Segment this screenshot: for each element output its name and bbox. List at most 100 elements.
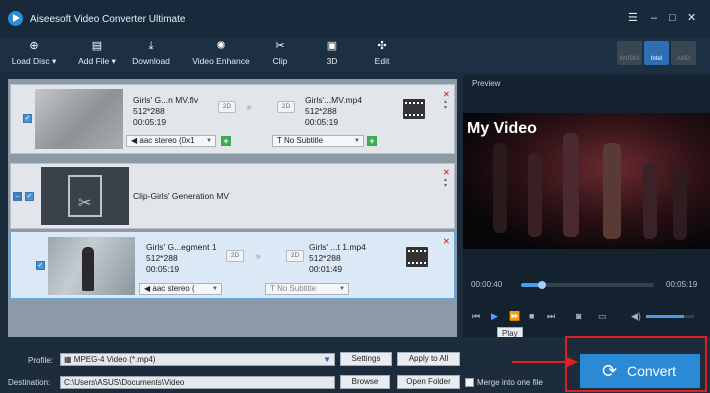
group-name: Clip-Girls' Generation MV <box>133 191 230 201</box>
group-collapse-icon[interactable]: – <box>13 192 22 201</box>
item1-output-2d-tag[interactable]: 2D <box>277 101 295 113</box>
skip-end-icon[interactable]: ⏭ <box>547 311 555 322</box>
item1-checkbox[interactable]: ✓ <box>23 114 32 123</box>
item1-output-duration: 00:05:19 <box>305 117 339 127</box>
item2-audio-select[interactable]: ◀ aac stereo (▼ <box>139 283 222 295</box>
menu-icon[interactable]: ☰ <box>628 12 638 24</box>
settings-button[interactable]: Settings <box>340 352 392 366</box>
maximize-button[interactable]: □ <box>669 12 676 24</box>
item1-output-res: 512*288 <box>305 106 337 116</box>
skip-start-icon[interactable]: ⏮ <box>472 311 480 322</box>
item1-source-name: Girls' G...n MV.flv <box>133 95 199 105</box>
volume-level <box>646 315 684 318</box>
minimize-button[interactable]: – <box>651 12 657 24</box>
browse-button[interactable]: Browse <box>340 375 390 389</box>
3d-label: 3D <box>326 56 338 66</box>
palette-icon: ✺ <box>216 40 226 52</box>
app-title: Aiseesoft Video Converter Ultimate <box>30 14 186 25</box>
item2-subtitle-select[interactable]: T No Subtitle ▼ <box>265 283 349 295</box>
total-time: 00:05:19 <box>666 280 698 289</box>
convert-button[interactable]: ⟳ Convert <box>580 354 700 388</box>
item1-2d-tag[interactable]: 2D <box>218 101 236 113</box>
snapshot-icon[interactable]: ◙ <box>576 311 581 321</box>
item2-output-duration: 00:01:49 <box>309 264 343 274</box>
merge-checkbox[interactable] <box>465 378 474 387</box>
merge-label: Merge into one file <box>477 378 543 387</box>
item2-format-icon[interactable] <box>406 247 428 267</box>
item1-remove-icon[interactable]: ✕ <box>443 90 450 99</box>
item2-output-res: 512*288 <box>309 253 341 263</box>
convert-arrow-icon: ››› <box>246 102 252 113</box>
add-file-button[interactable]: ▤ Add File ▾ <box>72 38 122 72</box>
edit-label: Edit <box>374 56 390 66</box>
item1-format-icon[interactable] <box>403 99 425 119</box>
3d-button[interactable]: ▣ 3D <box>318 38 346 72</box>
item1-audio-select[interactable]: ◀ aac stereo (0x1 ▼ <box>126 135 216 147</box>
text-icon: T <box>270 284 277 293</box>
item2-output-2d-tag[interactable]: 2D <box>286 250 304 262</box>
gpu-amd[interactable]: AMD <box>671 41 696 65</box>
folder-icon[interactable]: ▭ <box>598 311 607 322</box>
edit-icon: ✣ <box>377 40 387 52</box>
add-file-dropdown-icon[interactable]: ▾ <box>112 56 116 66</box>
chevron-down-icon: ▼ <box>212 286 218 292</box>
item1-thumbnail[interactable] <box>35 89 123 149</box>
video-title-overlay: My Video <box>467 120 537 137</box>
item1-add-audio-icon[interactable]: + <box>221 136 231 146</box>
apply-to-all-button[interactable]: Apply to All <box>397 352 460 366</box>
load-disc-dropdown-icon[interactable]: ▾ <box>52 56 56 66</box>
disc-icon: ⊕ <box>29 40 39 52</box>
mp4-icon: ▦ <box>64 355 74 364</box>
video-enhance-label: Video Enhance <box>192 56 250 66</box>
preview-label: Preview <box>472 79 501 88</box>
chevron-down-icon: ▼ <box>206 138 212 144</box>
volume-icon[interactable]: ◀) <box>631 311 641 322</box>
group-thumbnail: ✂ <box>41 167 129 225</box>
stop-icon[interactable]: ■ <box>529 311 534 321</box>
edit-button[interactable]: ✣ Edit <box>368 38 396 72</box>
item2-source-duration: 00:05:19 <box>146 264 180 274</box>
seek-handle[interactable] <box>538 281 546 289</box>
item2-source-res: 512*288 <box>146 253 178 263</box>
app-logo-icon <box>8 11 23 26</box>
item1-output-name[interactable]: Girls'...MV.mp4 <box>305 95 362 105</box>
destination-label: Destination: <box>8 378 51 387</box>
profile-select[interactable]: ▦ MPEG-4 Video (*.mp4) ▼ <box>60 353 335 366</box>
item1-move-icon[interactable]: ▴ ▾ <box>444 99 447 111</box>
open-folder-button[interactable]: Open Folder <box>397 375 460 389</box>
add-file-label: Add File <box>78 56 110 66</box>
video-enhance-button[interactable]: ✺ Video Enhance <box>188 38 254 72</box>
chevron-down-icon: ▼ <box>323 355 331 364</box>
profile-label: Profile: <box>28 356 53 365</box>
destination-input[interactable]: C:\Users\ASUS\Documents\Video <box>60 376 335 389</box>
3d-icon: ▣ <box>326 40 338 52</box>
close-button[interactable]: ✕ <box>687 12 696 24</box>
item1-source-res: 512*288 <box>133 106 165 116</box>
item2-thumbnail[interactable] <box>48 237 135 295</box>
group-checkbox[interactable]: ✓ <box>25 192 34 201</box>
item2-2d-tag[interactable]: 2D <box>226 250 244 262</box>
scissors-icon: ✂ <box>275 40 285 52</box>
item1-add-subtitle-icon[interactable]: + <box>367 136 377 146</box>
convert-icon: ⟳ <box>602 361 618 381</box>
add-file-icon: ▤ <box>91 40 103 52</box>
gpu-intel[interactable]: Intel <box>644 41 669 65</box>
item2-source-name: Girls' G...egment 1 <box>146 242 217 252</box>
item2-remove-icon[interactable]: ✕ <box>443 237 450 246</box>
download-button[interactable]: ⤓ Download <box>128 38 174 72</box>
group-remove-icon[interactable]: ✕ <box>443 168 450 177</box>
item2-output-name[interactable]: Girls' ...t 1.mp4 <box>309 242 366 252</box>
chevron-down-icon: ▼ <box>354 138 360 144</box>
load-disc-label: Load Disc <box>11 56 50 66</box>
text-icon: T <box>277 136 284 145</box>
item2-checkbox[interactable]: ✓ <box>36 261 45 270</box>
play-icon[interactable]: ▶ <box>491 311 498 322</box>
clip-button[interactable]: ✂ Clip <box>266 38 294 72</box>
load-disc-button[interactable]: ⊕ Load Disc ▾ <box>8 38 60 72</box>
chevron-down-icon: ▼ <box>339 286 345 292</box>
gpu-nvidia[interactable]: NVIDIA <box>617 41 642 65</box>
item1-subtitle-select[interactable]: T No Subtitle ▼ <box>272 135 364 147</box>
group-move-icon[interactable]: ▴ ▾ <box>444 177 447 189</box>
fast-forward-icon[interactable]: ⏩ <box>509 311 520 322</box>
download-icon: ⤓ <box>148 40 154 52</box>
